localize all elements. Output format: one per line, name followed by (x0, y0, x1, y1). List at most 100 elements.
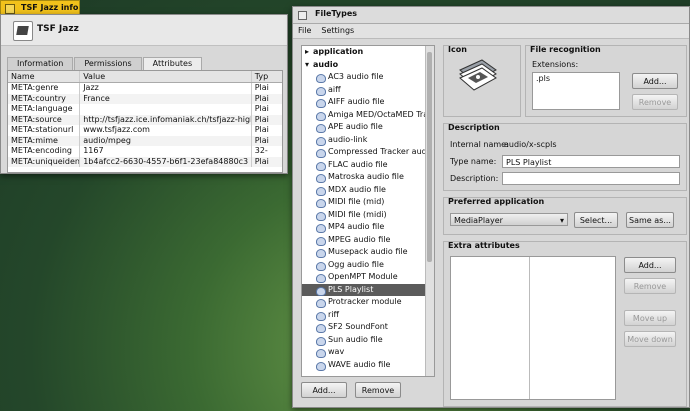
tree-item[interactable]: FLAC audio file (302, 159, 434, 172)
tree-item[interactable]: aiff (302, 84, 434, 97)
tree-item[interactable]: MP4 audio file (302, 221, 434, 234)
type-name-label: Type name: (450, 157, 497, 166)
extensions-list[interactable]: .pls (532, 72, 620, 110)
tree-item[interactable]: PLS Playlist (302, 283, 434, 296)
add-extension-button[interactable]: Add... (632, 73, 678, 89)
attr-value-cell: www.tsfjazz.com (80, 125, 252, 136)
table-row[interactable]: META:uniqueiden... 1b4afcc2-6630-4557-b6f… (8, 156, 282, 167)
tree-item[interactable]: Compressed Tracker audio (302, 146, 434, 159)
tree-item[interactable]: MIDI file (midi) (302, 209, 434, 222)
internal-name-label: Internal name: (450, 140, 509, 149)
preferred-application-title: Preferred application (448, 197, 545, 206)
table-row[interactable]: META:encoding 1167 32- (8, 146, 282, 157)
tree-item[interactable]: Amiga MED/OctaMED Track (302, 109, 434, 122)
tree-item[interactable]: riff (302, 309, 434, 322)
tree-item-label: audio-link (328, 134, 368, 144)
tree-item[interactable]: Matroska audio file (302, 171, 434, 184)
tree-item[interactable]: Musepack audio file (302, 246, 434, 259)
tree-item[interactable]: audio-link (302, 134, 434, 147)
tree-item-label: MIDI file (mid) (328, 197, 385, 206)
move-down-button[interactable]: Move down (624, 331, 676, 347)
menu-file[interactable]: File (293, 24, 316, 38)
tree-item[interactable]: OpenMPT Module (302, 271, 434, 284)
attr-value-cell: Jazz (80, 83, 252, 94)
audio-type-icon (316, 299, 326, 308)
remove-extension-button[interactable]: Remove (632, 94, 678, 110)
remove-type-button[interactable]: Remove (355, 382, 401, 398)
tab-permissions[interactable]: Permissions (74, 57, 142, 70)
audio-type-icon (316, 274, 326, 283)
close-icon[interactable] (5, 4, 15, 14)
type-name-field[interactable]: PLS Playlist (502, 155, 680, 168)
tree-item[interactable]: Ogg audio file (302, 259, 434, 272)
description-title: Description (448, 123, 500, 132)
column-value[interactable]: Value (80, 71, 252, 82)
add-type-button[interactable]: Add... (301, 382, 347, 398)
move-up-button[interactable]: Move up (624, 310, 676, 326)
tree-item[interactable]: MPEG audio file (302, 234, 434, 247)
tree-item-label: Matroska audio file (328, 172, 404, 181)
tree-item-label: Protracker module (328, 297, 402, 306)
table-row[interactable]: META:country France Plai (8, 93, 282, 104)
tree-item-label: AIFF audio file (328, 97, 385, 106)
scroll-thumb[interactable] (427, 52, 432, 262)
tree-item[interactable]: WAVE audio file (302, 359, 434, 372)
info-file-name: TSF Jazz (37, 24, 79, 34)
table-row[interactable]: META:stationurl www.tsfjazz.com Plai (8, 125, 282, 136)
select-application-button[interactable]: Select... (574, 212, 618, 228)
attr-type-cell: Plai (254, 135, 269, 145)
extra-attributes-list[interactable] (450, 256, 616, 400)
tree-item[interactable]: MIDI file (mid) (302, 196, 434, 209)
same-as-button[interactable]: Same as... (626, 212, 674, 228)
audio-type-icon (316, 311, 326, 321)
info-window: TSF Jazz Information Permissions Attribu… (0, 14, 288, 174)
column-divider (529, 257, 530, 399)
tree-item[interactable]: Sun audio file (302, 334, 434, 347)
close-icon[interactable] (298, 11, 307, 20)
tree-item-label: AC3 audio file (328, 72, 384, 81)
application-select[interactable]: MediaPlayer ▾ (450, 213, 568, 226)
tree-scrollbar[interactable] (425, 46, 434, 376)
column-type[interactable]: Typ (252, 71, 282, 82)
filetypes-title: FileTypes (315, 9, 358, 18)
info-header: TSF Jazz (1, 15, 287, 46)
table-row[interactable]: META:mime audio/mpeg Plai (8, 135, 282, 146)
audio-type-icon (316, 199, 326, 208)
tree-item[interactable]: APE audio file (302, 121, 434, 134)
playlist-icon[interactable] (456, 56, 500, 96)
tree-item[interactable]: wav (302, 346, 434, 359)
description-box: Description Internal name: audio/x-scpls… (443, 123, 687, 191)
add-attribute-button[interactable]: Add... (624, 257, 676, 273)
audio-type-icon (316, 99, 326, 108)
tree-category[interactable]: application (302, 46, 434, 59)
tree-item[interactable]: AIFF audio file (302, 96, 434, 109)
preferred-application-box: Preferred application MediaPlayer ▾ Sele… (443, 197, 687, 235)
tree-item[interactable]: MDX audio file (302, 184, 434, 197)
table-header: Name Value Typ (8, 71, 282, 83)
extension-item[interactable]: .pls (536, 73, 619, 84)
attr-name-cell: META:uniqueiden... (8, 156, 81, 167)
tab-information[interactable]: Information (7, 57, 74, 70)
column-name[interactable]: Name (8, 71, 81, 82)
attr-name-cell: META:encoding (8, 146, 81, 157)
tree-item[interactable]: AC3 audio file (302, 71, 434, 84)
info-window-tab[interactable]: TSF Jazz info (0, 0, 80, 14)
tree-item[interactable]: SF2 SoundFont (302, 321, 434, 334)
filetypes-titlebar[interactable]: FileTypes (293, 7, 689, 24)
tree-item-label: wav (328, 347, 345, 356)
table-row[interactable]: META:genre Jazz Plai (8, 83, 282, 94)
table-row[interactable]: META:source http://tsfjazz.ice.infomaniak… (8, 114, 282, 125)
audio-type-icon (316, 324, 326, 333)
audio-type-icon (316, 86, 326, 96)
tree-item-label: Compressed Tracker audio (328, 147, 434, 156)
file-recognition-box: File recognition Extensions: .pls Add...… (525, 45, 687, 117)
tab-attributes[interactable]: Attributes (142, 57, 203, 70)
audio-type-icon (316, 161, 326, 171)
table-row[interactable]: META:language Plai (8, 104, 282, 115)
tree-item[interactable]: Protracker module (302, 296, 434, 309)
remove-attribute-button[interactable]: Remove (624, 278, 676, 294)
tree-category[interactable]: audio (302, 59, 434, 72)
description-field[interactable] (502, 172, 680, 185)
menu-settings[interactable]: Settings (316, 24, 359, 38)
type-tree[interactable]: application audio AC3 audio file aiff AIFF a… (301, 45, 435, 377)
